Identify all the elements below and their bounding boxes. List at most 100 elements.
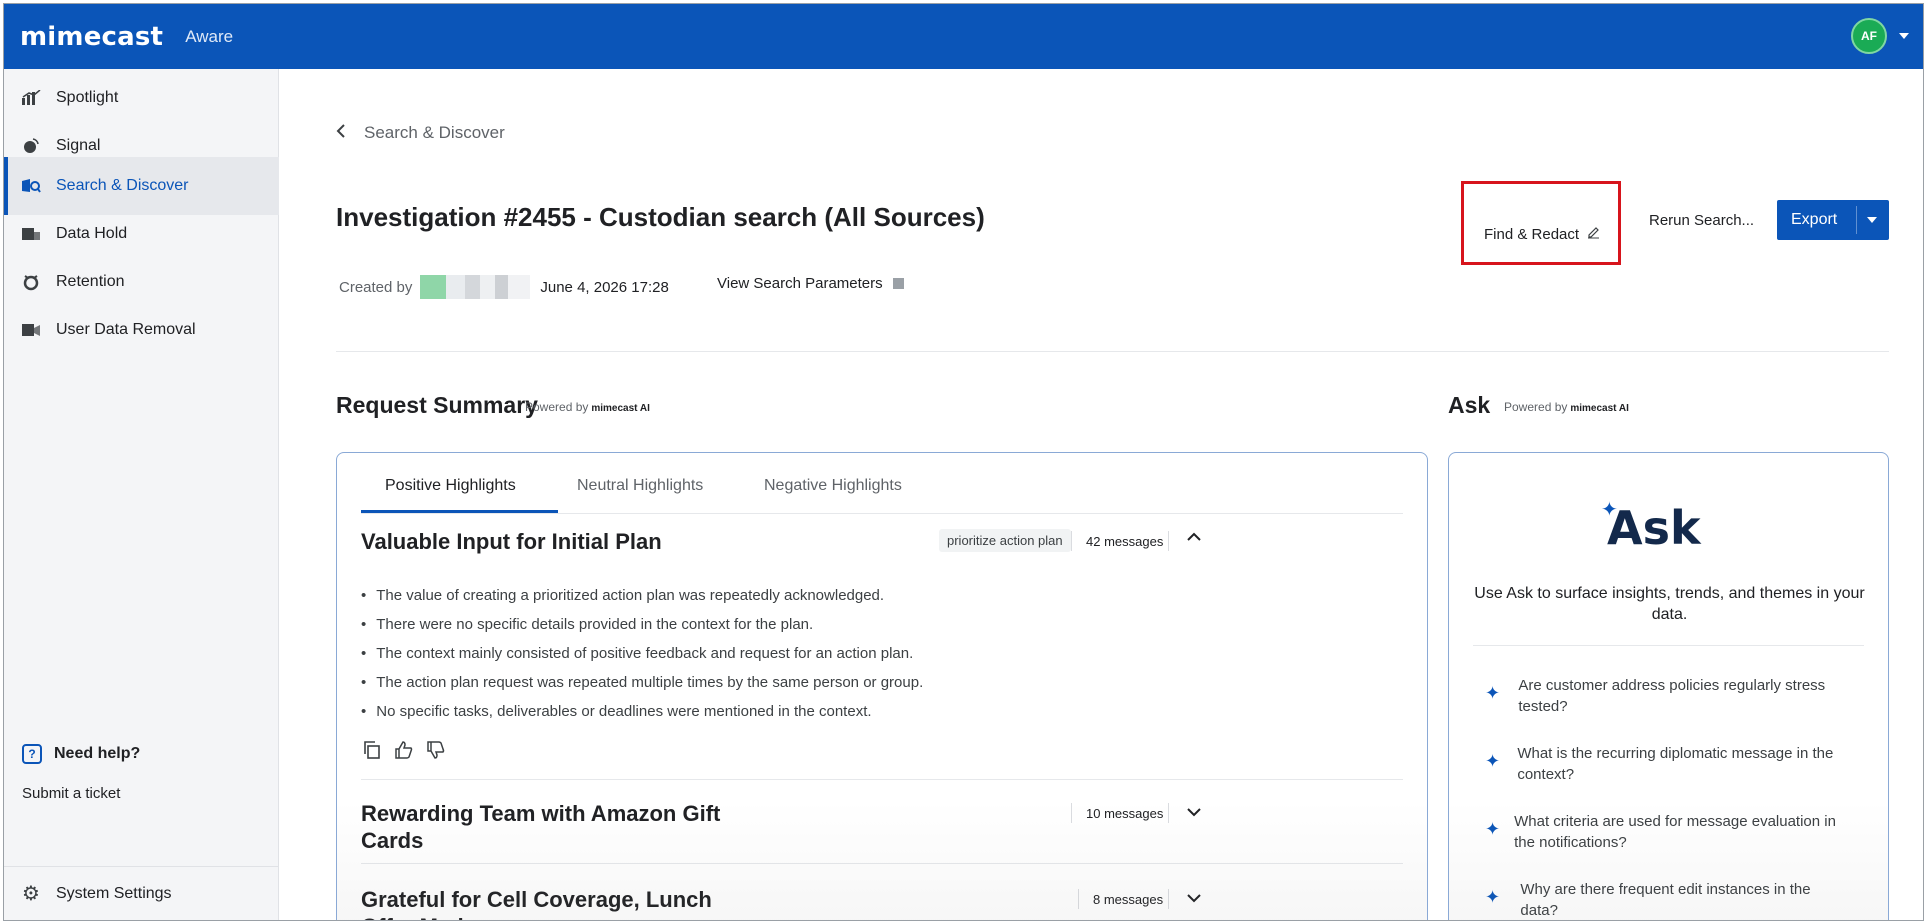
avatar[interactable]: AF bbox=[1851, 18, 1887, 54]
sidebar-item-label: Spotlight bbox=[56, 89, 119, 106]
breadcrumb-label[interactable]: Search & Discover bbox=[364, 123, 505, 143]
separator bbox=[1168, 889, 1169, 909]
ask-divider bbox=[1473, 645, 1864, 646]
data-hold-icon bbox=[20, 225, 42, 243]
thumbs-down-icon[interactable] bbox=[427, 741, 445, 764]
breadcrumb[interactable]: Search & Discover bbox=[336, 123, 505, 143]
list-item: The context mainly consisted of positive… bbox=[361, 639, 923, 668]
chevron-down-icon[interactable] bbox=[1899, 33, 1909, 39]
created-info: Created by June 4, 2026 17:28 bbox=[339, 275, 669, 299]
page-title: Investigation #2455 - Custodian search (… bbox=[336, 202, 985, 232]
sparkle-icon: ✦ bbox=[1485, 751, 1501, 771]
separator bbox=[1078, 889, 1079, 909]
redacted-username bbox=[420, 275, 531, 299]
ask-suggestion[interactable]: ✦ What criteria are used for message eva… bbox=[1485, 811, 1845, 853]
list-item: No specific tasks, deliverables or deadl… bbox=[361, 697, 923, 726]
active-tab-indicator bbox=[361, 510, 558, 513]
sparkle-icon: ✦ bbox=[1485, 683, 1501, 703]
highlight-bullets: The value of creating a prioritized acti… bbox=[361, 581, 923, 726]
export-separator bbox=[1856, 206, 1857, 234]
row-divider bbox=[361, 863, 1403, 864]
mimecast-ai-logo: mimecast AI bbox=[1570, 403, 1629, 414]
sidebar-item-label: Search & Discover bbox=[56, 177, 189, 194]
product-name: Aware bbox=[185, 26, 234, 46]
sidebar-item-user-data-removal[interactable]: User Data Removal bbox=[4, 301, 279, 359]
ask-suggestion[interactable]: ✦ Why are there frequent edit instances … bbox=[1485, 879, 1845, 920]
export-label: Export bbox=[1791, 211, 1838, 228]
suggestion-text: What criteria are used for message evalu… bbox=[1514, 813, 1836, 851]
system-settings-label: System Settings bbox=[55, 884, 172, 902]
suggestion-text: Why are there frequent edit instances in… bbox=[1520, 881, 1811, 919]
highlight-title-line: Grateful for Cell Coverage, Lunch bbox=[361, 887, 712, 912]
suggestion-text: What is the recurring diplomatic message… bbox=[1517, 745, 1834, 783]
ask-card: ✦ Ask Use Ask to surface insights, trend… bbox=[1448, 452, 1889, 920]
created-by-label: Created by bbox=[339, 278, 413, 296]
topic-tag: prioritize action plan bbox=[939, 529, 1071, 552]
help-icon: ? bbox=[22, 744, 42, 764]
powered-by-label: Powered by mimecast AI bbox=[525, 400, 650, 414]
user-data-removal-icon bbox=[20, 321, 42, 339]
export-button[interactable]: Export bbox=[1777, 200, 1889, 240]
message-count[interactable]: 10 messages bbox=[1086, 806, 1163, 821]
list-item: There were no specific details provided … bbox=[361, 610, 923, 639]
highlight-box bbox=[1461, 181, 1621, 265]
feedback-actions bbox=[363, 741, 445, 764]
sidebar-item-label: User Data Removal bbox=[56, 321, 196, 338]
signal-icon bbox=[20, 137, 42, 155]
mimecast-logo[interactable]: mimecast bbox=[20, 22, 163, 52]
system-settings[interactable]: ⚙ System Settings bbox=[4, 866, 279, 920]
submit-ticket-link[interactable]: Submit a ticket bbox=[22, 785, 120, 802]
chevron-left-icon[interactable] bbox=[336, 123, 346, 143]
chevron-up-icon[interactable] bbox=[1187, 529, 1201, 547]
chevron-down-icon[interactable] bbox=[1867, 217, 1877, 223]
tab-positive-highlights[interactable]: Positive Highlights bbox=[385, 477, 516, 495]
divider bbox=[336, 351, 1889, 352]
created-date: June 4, 2026 17:28 bbox=[540, 278, 669, 296]
view-params-label[interactable]: View Search Parameters bbox=[717, 275, 883, 292]
ask-title: Ask bbox=[1448, 392, 1491, 418]
rerun-search-button[interactable]: Rerun Search... bbox=[1635, 200, 1769, 240]
highlight-title-line: Cards bbox=[361, 828, 424, 853]
separator bbox=[1071, 803, 1072, 823]
chevron-down-icon[interactable] bbox=[1187, 804, 1201, 822]
message-count[interactable]: 8 messages bbox=[1093, 892, 1163, 907]
tab-negative-highlights[interactable]: Negative Highlights bbox=[764, 477, 902, 495]
need-help-label: Need help? bbox=[54, 745, 141, 762]
retention-icon bbox=[20, 273, 42, 291]
highlight-title: Valuable Input for Initial Plan bbox=[361, 529, 662, 554]
ask-suggestion[interactable]: ✦ Are customer address policies regularl… bbox=[1485, 675, 1845, 717]
sidebar: Spotlight Signal Search & Discover Data … bbox=[4, 69, 279, 920]
separator bbox=[1168, 803, 1169, 823]
suggestion-text: Are customer address policies regularly … bbox=[1518, 677, 1826, 715]
chevron-down-icon[interactable] bbox=[1187, 890, 1201, 908]
ask-logo: Ask bbox=[1607, 501, 1701, 555]
app-window: mimecast Aware AF Spotlight Signal Searc… bbox=[3, 3, 1924, 921]
view-search-parameters-link[interactable]: View Search Parameters bbox=[717, 275, 904, 292]
gear-icon: ⚙ bbox=[22, 883, 40, 905]
thumbs-up-icon[interactable] bbox=[395, 741, 413, 764]
mimecast-ai-logo: mimecast AI bbox=[591, 403, 650, 414]
request-summary-title: Request Summary bbox=[336, 392, 538, 418]
row-divider bbox=[361, 779, 1403, 780]
highlight-title[interactable]: Grateful for Cell Coverage, Lunch Offer … bbox=[361, 886, 712, 920]
powered-by-label: Powered by mimecast AI bbox=[1504, 400, 1629, 414]
powered-by-text: Powered by bbox=[525, 400, 589, 414]
tab-neutral-highlights[interactable]: Neutral Highlights bbox=[577, 477, 703, 495]
ask-suggestion[interactable]: ✦ What is the recurring diplomatic messa… bbox=[1485, 743, 1845, 785]
search-discover-icon bbox=[20, 177, 42, 195]
list-item: The action plan request was repeated mul… bbox=[361, 668, 923, 697]
list-item: The value of creating a prioritized acti… bbox=[361, 581, 923, 610]
sparkle-icon: ✦ bbox=[1485, 887, 1501, 907]
ask-description: Use Ask to surface insights, trends, and… bbox=[1474, 585, 1865, 623]
user-menu[interactable]: AF bbox=[1851, 18, 1909, 54]
separator bbox=[1168, 531, 1169, 551]
need-help[interactable]: ? Need help? bbox=[22, 744, 140, 764]
bar-chart-icon bbox=[20, 89, 42, 107]
sparkle-icon: ✦ bbox=[1485, 819, 1501, 839]
sidebar-item-label: Retention bbox=[56, 273, 125, 290]
highlight-title-line: Rewarding Team with Amazon Gift bbox=[361, 801, 721, 826]
copy-icon[interactable] bbox=[363, 741, 381, 764]
highlight-title-line: Offer Made bbox=[361, 913, 712, 920]
highlight-title[interactable]: Rewarding Team with Amazon Gift Cards bbox=[361, 800, 720, 854]
message-count[interactable]: 42 messages bbox=[1086, 534, 1163, 549]
